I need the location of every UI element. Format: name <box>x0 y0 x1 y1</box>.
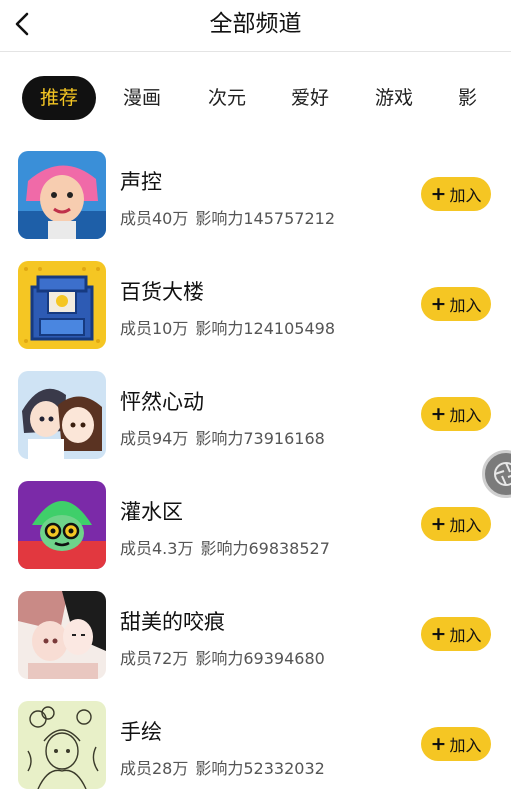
channel-stats: 成员10万 影响力124105498 <box>120 315 335 339</box>
channel-avatar <box>18 261 106 349</box>
join-button[interactable]: + 加入 <box>421 617 491 651</box>
channel-name: 手绘 <box>120 720 162 744</box>
channel-row[interactable]: 甜美的咬痕 成员72万 影响力69394680 + 加入 <box>0 584 511 694</box>
channel-row[interactable]: 手绘 成员28万 影响力52332032 + 加入 <box>0 694 511 800</box>
plus-icon: + <box>430 732 447 755</box>
influence-score: 影响力124105498 <box>195 319 335 338</box>
channel-name: 怦然心动 <box>120 390 204 414</box>
tab-hobby[interactable]: 爱好 <box>291 76 329 120</box>
category-tabs: 推荐 漫画 次元 爱好 游戏 影 <box>0 52 511 144</box>
tab-film[interactable]: 影 <box>458 76 477 120</box>
tab-comic[interactable]: 漫画 <box>123 76 161 120</box>
influence-score: 影响力73916168 <box>195 429 325 448</box>
channel-name: 声控 <box>120 170 162 194</box>
channel-stats: 成员94万 影响力73916168 <box>120 425 325 449</box>
channel-avatar <box>18 591 106 679</box>
tab-game[interactable]: 游戏 <box>375 76 413 120</box>
member-count: 成员10万 <box>120 319 189 338</box>
plus-icon: + <box>430 182 447 205</box>
channel-avatar <box>18 481 106 569</box>
camera-shutter-icon <box>494 462 511 486</box>
member-count: 成员4.3万 <box>120 539 194 558</box>
channel-stats: 成员72万 影响力69394680 <box>120 645 325 669</box>
tab-dimension[interactable]: 次元 <box>208 76 246 120</box>
channel-stats: 成员4.3万 影响力69838527 <box>120 535 330 559</box>
member-count: 成员40万 <box>120 209 189 228</box>
influence-score: 影响力52332032 <box>195 759 325 778</box>
page-title: 全部频道 <box>209 11 302 37</box>
channel-name: 百货大楼 <box>120 280 204 304</box>
join-button[interactable]: + 加入 <box>421 507 491 541</box>
plus-icon: + <box>430 622 447 645</box>
channel-row[interactable]: 怦然心动 成员94万 影响力73916168 + 加入 <box>0 364 511 474</box>
channel-stats: 成员28万 影响力52332032 <box>120 755 325 779</box>
channel-row[interactable]: 声控 成员40万 影响力145757212 + 加入 <box>0 144 511 254</box>
channel-name: 灌水区 <box>120 500 183 524</box>
influence-score: 影响力145757212 <box>195 209 335 228</box>
member-count: 成员28万 <box>120 759 189 778</box>
influence-score: 影响力69394680 <box>195 649 325 668</box>
plus-icon: + <box>430 292 447 315</box>
channel-row[interactable]: 百货大楼 成员10万 影响力124105498 + 加入 <box>0 254 511 364</box>
channel-row[interactable]: 灌水区 成员4.3万 影响力69838527 + 加入 <box>0 474 511 584</box>
member-count: 成员94万 <box>120 429 189 448</box>
join-button[interactable]: + 加入 <box>421 727 491 761</box>
member-count: 成员72万 <box>120 649 189 668</box>
join-button[interactable]: + 加入 <box>421 287 491 321</box>
channel-avatar <box>18 371 106 459</box>
plus-icon: + <box>430 402 447 425</box>
channel-avatar <box>18 701 106 789</box>
channel-avatar <box>18 151 106 239</box>
channel-stats: 成员40万 影响力145757212 <box>120 205 335 229</box>
tab-recommend[interactable]: 推荐 <box>22 76 97 120</box>
influence-score: 影响力69838527 <box>200 539 330 558</box>
channel-list: 声控 成员40万 影响力145757212 + 加入 百货大楼 成员10万 影响力12… <box>0 144 511 800</box>
channel-name: 甜美的咬痕 <box>120 610 225 634</box>
app-header: 全部频道 <box>0 0 511 52</box>
join-button[interactable]: + 加入 <box>421 177 491 211</box>
join-button[interactable]: + 加入 <box>421 397 491 431</box>
plus-icon: + <box>430 512 447 535</box>
